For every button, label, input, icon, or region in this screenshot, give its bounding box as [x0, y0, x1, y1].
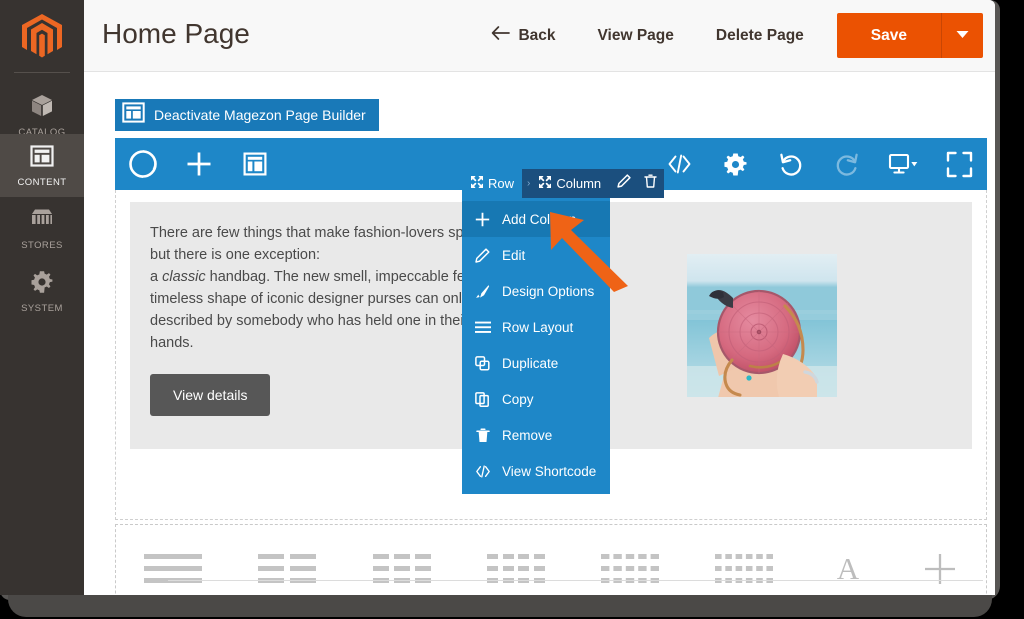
handbag-photo [687, 254, 837, 397]
save-dropdown-toggle[interactable] [941, 13, 983, 58]
caret-down-icon [956, 30, 969, 42]
magezon-logo-icon[interactable] [115, 138, 171, 190]
view-page-button[interactable]: View Page [577, 27, 695, 45]
move-icon [471, 176, 483, 191]
sidebar-item-label: STORES [21, 240, 63, 251]
image-block-wrapper [551, 202, 972, 449]
sidebar-item-system[interactable]: SYSTEM [0, 260, 84, 323]
menu-item-duplicate[interactable]: Duplicate [462, 345, 610, 381]
trash-icon [474, 428, 491, 443]
undo-icon[interactable] [763, 138, 819, 190]
menu-item-copy[interactable]: Copy [462, 381, 610, 417]
back-button[interactable]: Back [470, 26, 576, 45]
page-header: Home Page Back View Page Delete Page [84, 0, 995, 72]
page-title: Home Page [102, 18, 250, 50]
move-icon [539, 176, 551, 191]
breadcrumb-column-label: Column [556, 176, 601, 191]
footer-divider [168, 580, 983, 581]
header-actions: Back View Page Delete Page Save [470, 0, 983, 71]
brush-icon [474, 284, 491, 299]
breadcrumb-edit-button[interactable] [610, 169, 637, 198]
rows-icon [474, 321, 491, 334]
sidebar-item-stores[interactable]: STORES [0, 197, 84, 260]
menu-item-label: View Shortcode [502, 464, 596, 479]
menu-item-view-shortcode[interactable]: View Shortcode [462, 453, 610, 489]
menu-item-add-column[interactable]: Add Column [462, 201, 610, 237]
deactivate-page-builder-button[interactable]: Deactivate Magezon Page Builder [115, 99, 379, 131]
fullscreen-icon[interactable] [931, 138, 987, 190]
menu-item-label: Remove [502, 428, 552, 443]
sidebar-item-label: SYSTEM [21, 303, 63, 314]
breadcrumb-row[interactable]: Row [462, 169, 522, 198]
copy-icon [474, 392, 491, 407]
menu-item-label: Edit [502, 248, 525, 263]
text-emphasis: classic [162, 269, 206, 285]
layout-5-columns[interactable] [601, 554, 659, 589]
menu-item-label: Design Options [502, 284, 594, 299]
view-page-button-label: View Page [598, 27, 674, 45]
delete-page-button[interactable]: Delete Page [695, 27, 825, 45]
gear-icon [29, 269, 55, 300]
admin-sidebar: CATALOG CONTENT [0, 0, 84, 595]
device-frame-base [8, 595, 992, 617]
page-layout-icon[interactable] [227, 138, 283, 190]
sidebar-divider [14, 72, 70, 73]
layout-4-columns[interactable] [487, 554, 545, 589]
pencil-icon [617, 174, 631, 193]
menu-item-label: Row Layout [502, 320, 573, 335]
back-button-label: Back [518, 27, 555, 45]
breadcrumb-remove-button[interactable] [637, 169, 664, 198]
magento-logo-icon[interactable] [0, 0, 84, 72]
redo-icon[interactable] [819, 138, 875, 190]
deactivate-banner-label: Deactivate Magezon Page Builder [154, 107, 366, 123]
layout-1-column[interactable] [144, 554, 202, 589]
add-element[interactable] [922, 551, 958, 592]
plus-icon [474, 212, 491, 227]
layout-3-columns[interactable] [373, 554, 431, 589]
menu-item-label: Copy [502, 392, 534, 407]
magento-admin-app: CATALOG CONTENT [0, 0, 995, 595]
device-frame: CATALOG CONTENT [0, 0, 1024, 619]
page-layout-icon [29, 143, 55, 174]
delete-page-button-label: Delete Page [716, 27, 804, 45]
storefront-icon [29, 206, 55, 237]
add-text-element[interactable]: A [830, 551, 866, 592]
text-line-2-pre: a [150, 269, 162, 285]
element-breadcrumb: Row › Column [462, 169, 664, 198]
box-icon [29, 93, 55, 124]
canvas-column-image[interactable] [551, 202, 986, 449]
menu-item-remove[interactable]: Remove [462, 417, 610, 453]
gear-icon[interactable] [707, 138, 763, 190]
save-button[interactable]: Save [837, 13, 941, 58]
sidebar-item-label: CONTENT [17, 177, 66, 188]
layout-6-columns[interactable] [715, 554, 773, 589]
pencil-icon [474, 248, 491, 263]
breadcrumb-row-label: Row [488, 176, 514, 191]
menu-item-design-options[interactable]: Design Options [462, 273, 610, 309]
trash-icon [644, 174, 657, 193]
code-icon [474, 465, 491, 478]
menu-item-label: Add Column [502, 212, 576, 227]
menu-item-label: Duplicate [502, 356, 558, 371]
sidebar-item-content[interactable]: CONTENT [0, 134, 84, 197]
column-context-menu: Add Column Edit Design Options [462, 198, 610, 494]
responsive-view-icon[interactable] [875, 138, 931, 190]
layout-2-columns[interactable] [258, 554, 316, 589]
breadcrumb-column[interactable]: Column [535, 169, 610, 198]
add-row-strip: A [115, 524, 987, 595]
duplicate-icon [474, 356, 491, 371]
menu-item-edit[interactable]: Edit [462, 237, 610, 273]
page-layout-icon [122, 101, 145, 129]
view-details-button[interactable]: View details [150, 374, 270, 416]
arrow-left-icon [491, 26, 510, 45]
plus-icon[interactable] [171, 138, 227, 190]
save-button-group: Save [837, 13, 983, 58]
breadcrumb-separator: › [522, 169, 535, 198]
menu-item-row-layout[interactable]: Row Layout [462, 309, 610, 345]
